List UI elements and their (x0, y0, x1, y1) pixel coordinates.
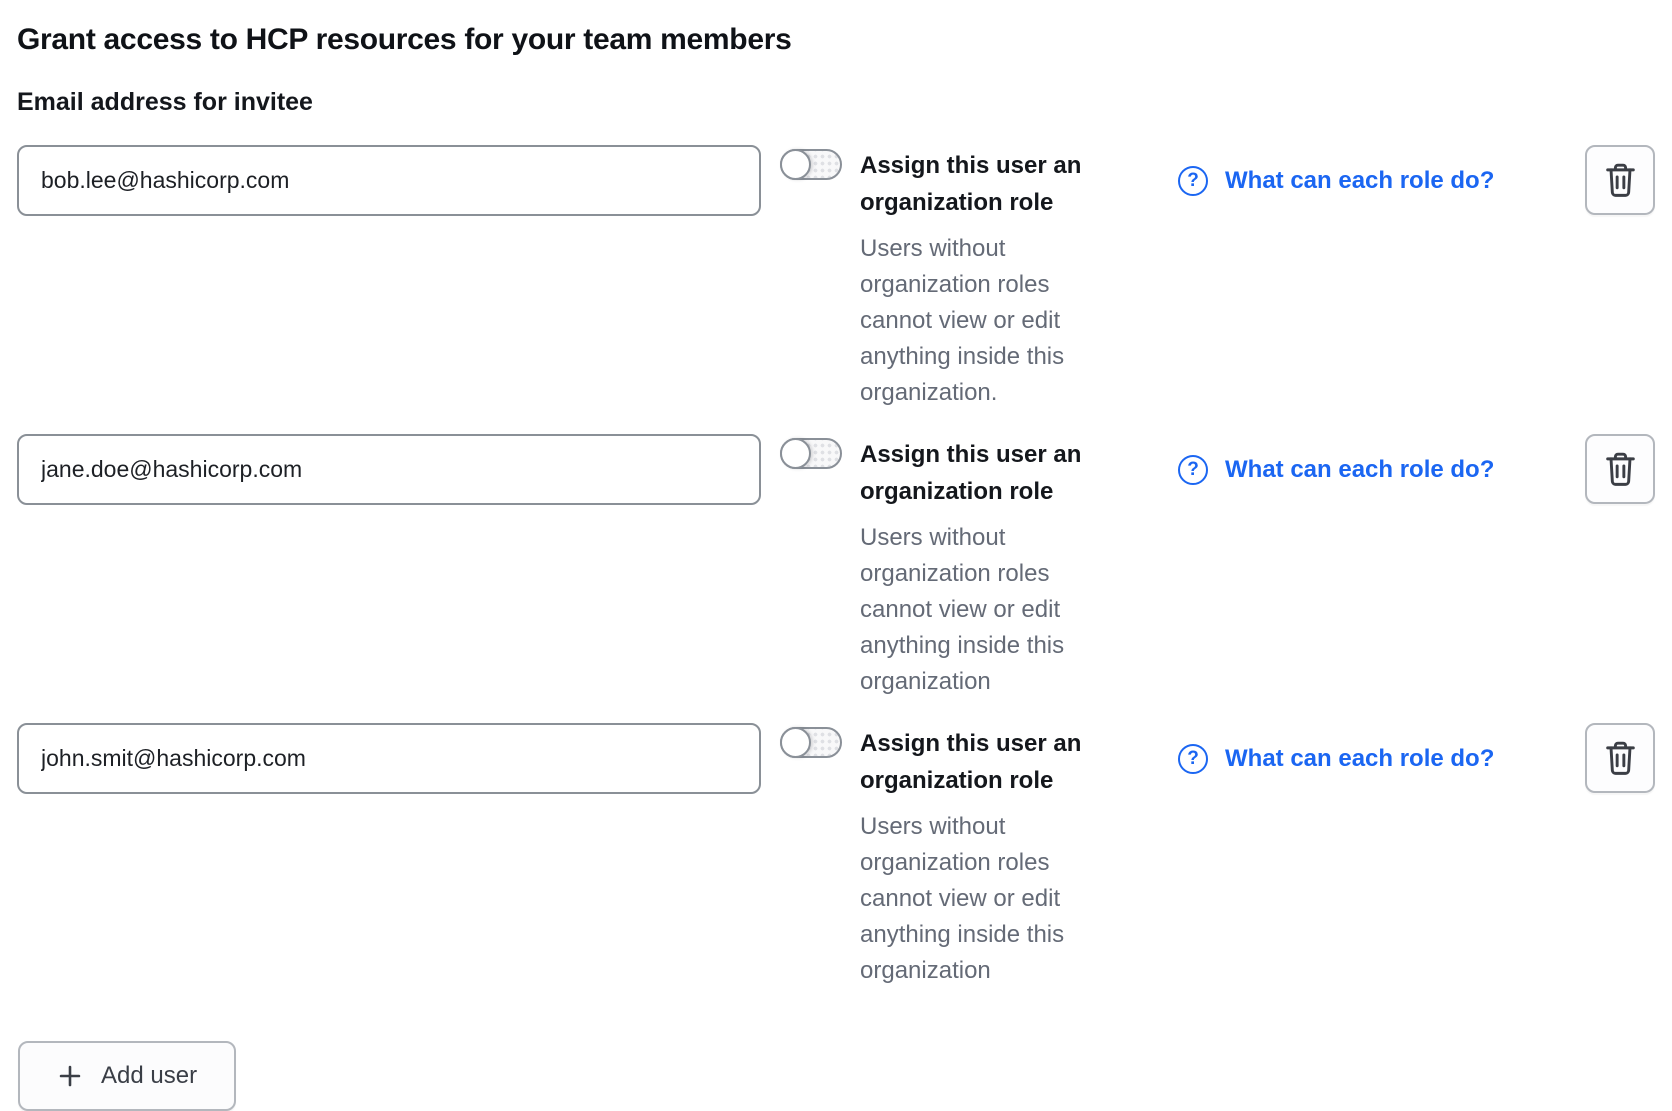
toggle-knob (780, 149, 811, 180)
role-text-block: Assign this user an organization role Us… (860, 723, 1128, 989)
trash-icon (1604, 741, 1637, 776)
add-user-button[interactable]: Add user (18, 1041, 236, 1111)
role-help-link[interactable]: ? What can each role do? (1178, 455, 1494, 485)
toggle-knob (780, 727, 811, 758)
add-user-button-label: Add user (101, 1062, 197, 1090)
invite-row: Assign this user an organization role Us… (17, 434, 1655, 700)
org-role-toggle[interactable] (780, 727, 842, 758)
plus-icon (57, 1063, 83, 1089)
role-help-link-label: What can each role do? (1225, 167, 1494, 195)
invite-users-form: Grant access to HCP resources for your t… (0, 0, 1672, 1106)
help-cell: ? What can each role do? (1178, 723, 1494, 794)
question-circle-icon: ? (1178, 455, 1208, 485)
toggle-description: Users without organization roles cannot … (860, 231, 1110, 411)
delete-row-button[interactable] (1585, 145, 1655, 215)
question-circle-icon: ? (1178, 166, 1208, 196)
question-circle-icon: ? (1178, 744, 1208, 774)
delete-row-button[interactable] (1585, 723, 1655, 793)
toggle-knob (780, 438, 811, 469)
help-cell: ? What can each role do? (1178, 145, 1494, 216)
page-title: Grant access to HCP resources for your t… (17, 22, 1655, 58)
role-help-link[interactable]: ? What can each role do? (1178, 166, 1494, 196)
trash-icon (1604, 163, 1637, 198)
toggle-label: Assign this user an organization role (860, 436, 1115, 510)
help-cell: ? What can each role do? (1178, 434, 1494, 505)
role-help-link[interactable]: ? What can each role do? (1178, 744, 1494, 774)
invite-rows: Assign this user an organization role Us… (17, 145, 1655, 989)
role-text-block: Assign this user an organization role Us… (860, 145, 1128, 411)
org-role-toggle[interactable] (780, 149, 842, 180)
email-address-label: Email address for invitee (17, 88, 1655, 117)
trash-icon (1604, 452, 1637, 487)
invite-row: Assign this user an organization role Us… (17, 723, 1655, 989)
role-help-link-label: What can each role do? (1225, 456, 1494, 484)
invite-row: Assign this user an organization role Us… (17, 145, 1655, 411)
role-help-link-label: What can each role do? (1225, 745, 1494, 773)
delete-row-button[interactable] (1585, 434, 1655, 504)
toggle-label: Assign this user an organization role (860, 147, 1115, 221)
toggle-description: Users without organization roles cannot … (860, 809, 1110, 989)
toggle-description: Users without organization roles cannot … (860, 520, 1110, 700)
role-text-block: Assign this user an organization role Us… (860, 434, 1128, 700)
email-input[interactable] (17, 723, 761, 794)
org-role-toggle[interactable] (780, 438, 842, 469)
email-input[interactable] (17, 434, 761, 505)
toggle-label: Assign this user an organization role (860, 725, 1115, 799)
email-input[interactable] (17, 145, 761, 216)
